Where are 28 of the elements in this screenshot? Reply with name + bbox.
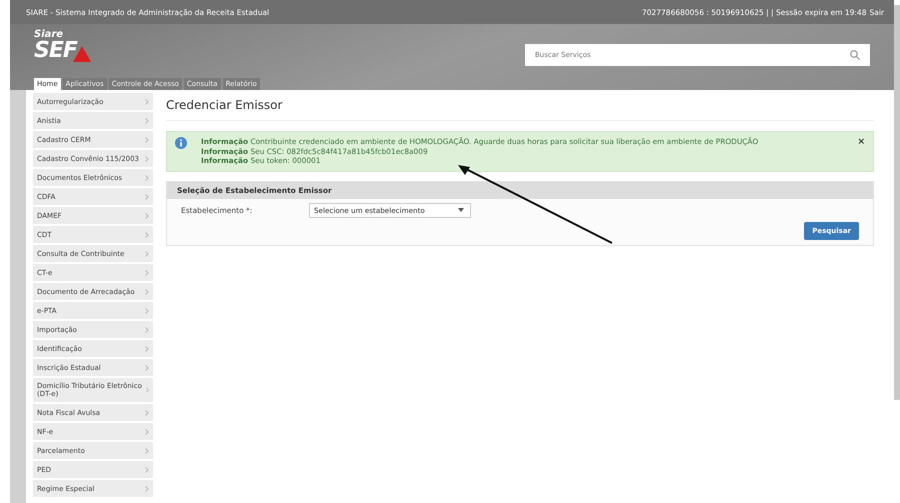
chevron-icon [145, 270, 149, 276]
chevron-icon [145, 250, 149, 256]
chevron-icon [145, 212, 149, 218]
dropdown-caret-icon [458, 208, 464, 212]
chevron-icon [145, 118, 149, 124]
info-icon [175, 137, 187, 149]
chevron-icon [145, 486, 149, 492]
chevron-icon [145, 156, 149, 162]
chevron-icon [145, 346, 149, 352]
logo-small-text: Siare [34, 30, 64, 40]
chevron-icon [145, 428, 149, 434]
chevron-icon [145, 466, 149, 472]
logo-text: SEF [34, 40, 77, 62]
chevron-icon [145, 288, 149, 294]
chevron-icon [145, 410, 149, 416]
search-icon [850, 50, 860, 60]
chevron-icon [145, 194, 149, 200]
page-title: Credenciar Emissor [166, 96, 874, 121]
chevron-icon [145, 136, 149, 142]
chevron-icon [145, 364, 149, 370]
close-button[interactable]: × [857, 137, 865, 147]
chevron-icon [145, 232, 149, 238]
chevron-icon [145, 326, 149, 332]
chevron-icon [145, 98, 149, 104]
chevron-icon [145, 308, 149, 314]
chevron-icon [145, 174, 149, 180]
chevron-icon [146, 387, 149, 393]
chevron-icon [145, 448, 149, 454]
